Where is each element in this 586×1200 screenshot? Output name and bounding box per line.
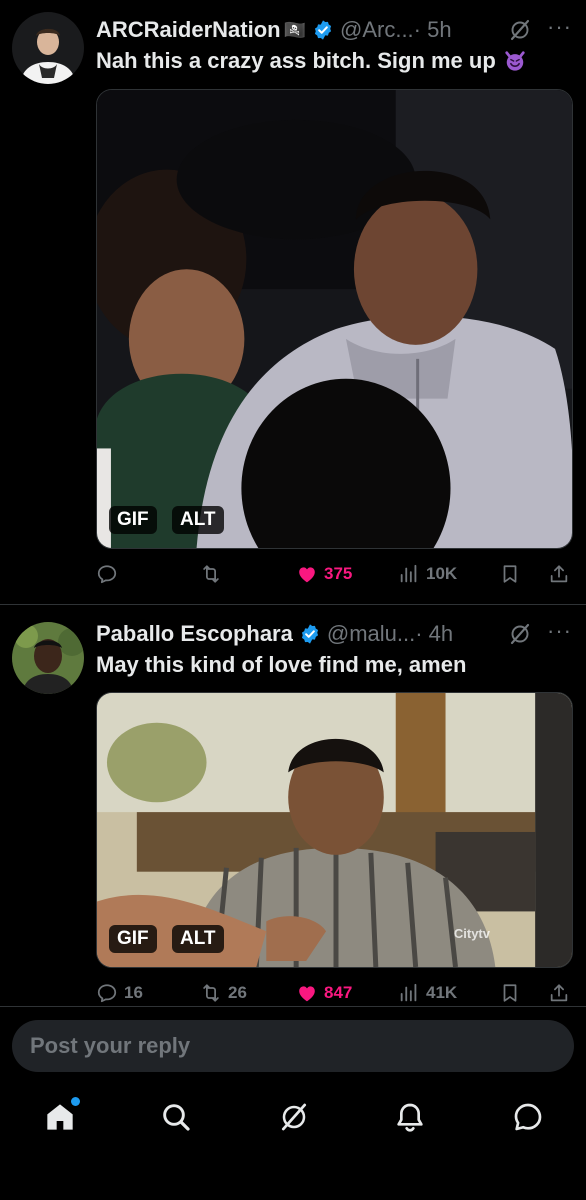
like-count: 847 (324, 983, 353, 1002)
alt-text-button[interactable]: ALT (172, 506, 224, 534)
gif-frame-image (97, 693, 572, 967)
home-icon (47, 1104, 73, 1130)
pirate-flag-icon: 🏴‍☠️ (283, 19, 306, 40)
reply-composer[interactable] (12, 1020, 574, 1072)
like-count: 375 (324, 564, 353, 583)
tweet-time[interactable]: · 4h (415, 621, 453, 647)
verified-badge-icon (312, 19, 334, 41)
tweet-time[interactable]: · 5h (414, 17, 452, 43)
search-icon (163, 1104, 190, 1131)
nav-home[interactable] (42, 1097, 80, 1135)
notification-dot (71, 1097, 80, 1106)
views-chart-icon (398, 563, 420, 585)
retweet-icon (200, 563, 222, 585)
reply-count: 16 (124, 983, 143, 1002)
gif-frame-image (97, 90, 572, 548)
gif-badge: GIF (109, 925, 157, 953)
views-button[interactable]: 10K (398, 560, 457, 588)
author-name[interactable]: Paballo Escophara (96, 621, 293, 647)
share-icon (548, 982, 570, 1004)
author-handle[interactable]: @malu... (327, 621, 415, 647)
author-name[interactable]: ARCRaiderNation (96, 17, 281, 43)
messages-icon (514, 1103, 542, 1131)
bookmark-button[interactable] (499, 979, 521, 1007)
tweet-text-content: Nah this a crazy ass bitch. Sign me up (96, 48, 496, 73)
bookmark-icon (499, 563, 521, 585)
tweet-header: ARCRaiderNation 🏴‍☠️ @Arc... · 5h ··· (96, 14, 572, 46)
more-options-icon[interactable]: ··· (547, 14, 572, 40)
grok-icon[interactable] (508, 18, 532, 42)
tweet-header: Paballo Escophara @malu... · 4h ··· (96, 618, 572, 650)
share-button[interactable] (548, 979, 570, 1007)
views-chart-icon (398, 982, 420, 1004)
verified-badge-icon (299, 623, 321, 645)
grok-icon[interactable] (508, 622, 532, 646)
smiling-devil-icon (505, 51, 525, 71)
reply-button[interactable]: 16 (96, 979, 143, 1007)
share-icon (548, 563, 570, 585)
action-bar: 375 10K (96, 560, 573, 588)
avatar[interactable] (12, 622, 84, 694)
alt-text-button[interactable]: ALT (172, 925, 224, 953)
gif-badge: GIF (109, 506, 157, 534)
heart-icon (296, 563, 318, 585)
view-count: 41K (426, 983, 458, 1002)
like-button[interactable]: 375 (296, 560, 352, 588)
reply-icon (96, 563, 118, 585)
retweet-button[interactable] (200, 560, 228, 588)
citytv-watermark: Citytv (453, 926, 490, 941)
nav-messages[interactable] (510, 1099, 546, 1135)
view-count: 10K (426, 564, 458, 583)
notifications-bell-icon (397, 1103, 423, 1132)
gif-media[interactable]: GIF ALT (96, 89, 573, 549)
bookmark-icon (499, 982, 521, 1004)
reply-input[interactable] (12, 1020, 574, 1072)
nav-explore[interactable] (158, 1099, 194, 1135)
tweet-text: May this kind of love find me, amen (96, 652, 467, 677)
divider (0, 1006, 586, 1007)
share-button[interactable] (548, 560, 570, 588)
reply-button[interactable] (96, 560, 124, 588)
grok-icon (278, 1101, 310, 1133)
bookmark-button[interactable] (499, 560, 521, 588)
retweet-button[interactable]: 26 (200, 979, 247, 1007)
views-button[interactable]: 41K (398, 979, 457, 1007)
more-options-icon[interactable]: ··· (547, 618, 572, 644)
retweet-count: 26 (228, 983, 247, 1002)
gif-media[interactable]: GIF ALT Citytv (96, 692, 573, 968)
nav-notifications[interactable] (392, 1099, 428, 1135)
tweet-text: Nah this a crazy ass bitch. Sign me up (96, 48, 572, 74)
tweet[interactable]: ARCRaiderNation 🏴‍☠️ @Arc... · 5h ··· Na… (0, 0, 586, 604)
avatar[interactable] (12, 12, 84, 84)
heart-icon (296, 982, 318, 1004)
like-button[interactable]: 847 (296, 979, 352, 1007)
nav-grok[interactable] (276, 1099, 312, 1135)
action-bar: 16 26 847 41K (96, 979, 573, 1007)
bottom-navigation (0, 1085, 586, 1149)
retweet-icon (200, 982, 222, 1004)
tweet[interactable]: Paballo Escophara @malu... · 4h ··· May … (0, 605, 586, 1005)
author-handle[interactable]: @Arc... (340, 17, 414, 43)
reply-icon (96, 982, 118, 1004)
